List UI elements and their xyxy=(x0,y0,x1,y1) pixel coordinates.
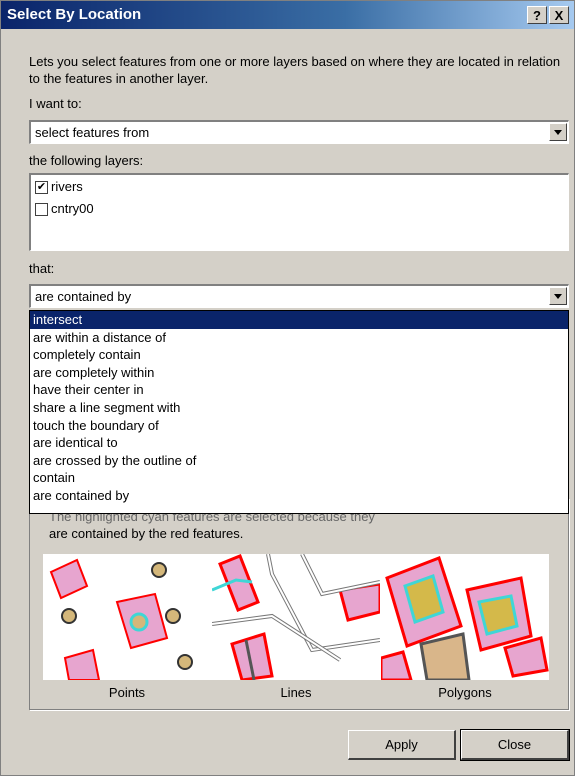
option-crossed-by-outline[interactable]: are crossed by the outline of xyxy=(30,452,568,470)
option-within-distance[interactable]: are within a distance of xyxy=(30,329,568,347)
i-want-to-label: I want to: xyxy=(29,96,82,111)
help-button[interactable]: ? xyxy=(527,6,547,24)
relationship-dropdown-list[interactable]: intersect are within a distance of compl… xyxy=(29,310,569,514)
layers-label: the following layers: xyxy=(29,153,144,168)
option-identical-to[interactable]: are identical to xyxy=(30,434,568,452)
relationship-combobox[interactable]: are contained by xyxy=(29,284,569,308)
layer-name: cntry00 xyxy=(51,201,94,216)
select-by-location-dialog: Select By Location ? X Lets you select f… xyxy=(0,0,575,776)
apply-button[interactable]: Apply xyxy=(348,730,456,760)
lines-illustration xyxy=(212,554,380,680)
dialog-title: Select By Location xyxy=(7,6,142,23)
layer-name: rivers xyxy=(51,179,83,194)
layer-checkbox[interactable]: ✔ xyxy=(35,181,48,194)
close-window-button[interactable]: X xyxy=(549,6,569,24)
points-illustration xyxy=(43,554,211,680)
polygons-caption: Polygons xyxy=(438,685,492,700)
option-completely-within[interactable]: are completely within xyxy=(30,364,568,382)
option-contained-by[interactable]: are contained by xyxy=(30,487,568,505)
option-intersect[interactable]: intersect xyxy=(30,311,568,329)
dialog-description: Lets you select features from one or mor… xyxy=(29,54,561,86)
option-touch-boundary[interactable]: touch the boundary of xyxy=(30,417,568,435)
title-bar[interactable]: Select By Location ? X xyxy=(1,1,574,29)
layers-list[interactable]: ✔ rivers cntry00 xyxy=(29,173,569,251)
points-caption: Points xyxy=(108,685,146,700)
relationship-value: are contained by xyxy=(35,289,132,304)
that-label: that: xyxy=(29,261,55,276)
layer-checkbox[interactable] xyxy=(35,203,48,216)
chevron-down-icon[interactable] xyxy=(549,123,567,141)
lines-caption: Lines xyxy=(280,685,312,700)
option-share-line-segment[interactable]: share a line segment with xyxy=(30,399,568,417)
i-want-to-combobox[interactable]: select features from xyxy=(29,120,569,144)
i-want-to-value: select features from xyxy=(35,125,150,140)
close-button[interactable]: Close xyxy=(460,729,570,761)
option-completely-contain[interactable]: completely contain xyxy=(30,346,568,364)
illustration-panel xyxy=(43,554,549,680)
chevron-down-icon[interactable] xyxy=(549,287,567,305)
explanation-line-2: are contained by the red features. xyxy=(49,526,244,541)
polygons-illustration xyxy=(381,554,549,680)
option-contain[interactable]: contain xyxy=(30,469,568,487)
option-center-in[interactable]: have their center in xyxy=(30,381,568,399)
